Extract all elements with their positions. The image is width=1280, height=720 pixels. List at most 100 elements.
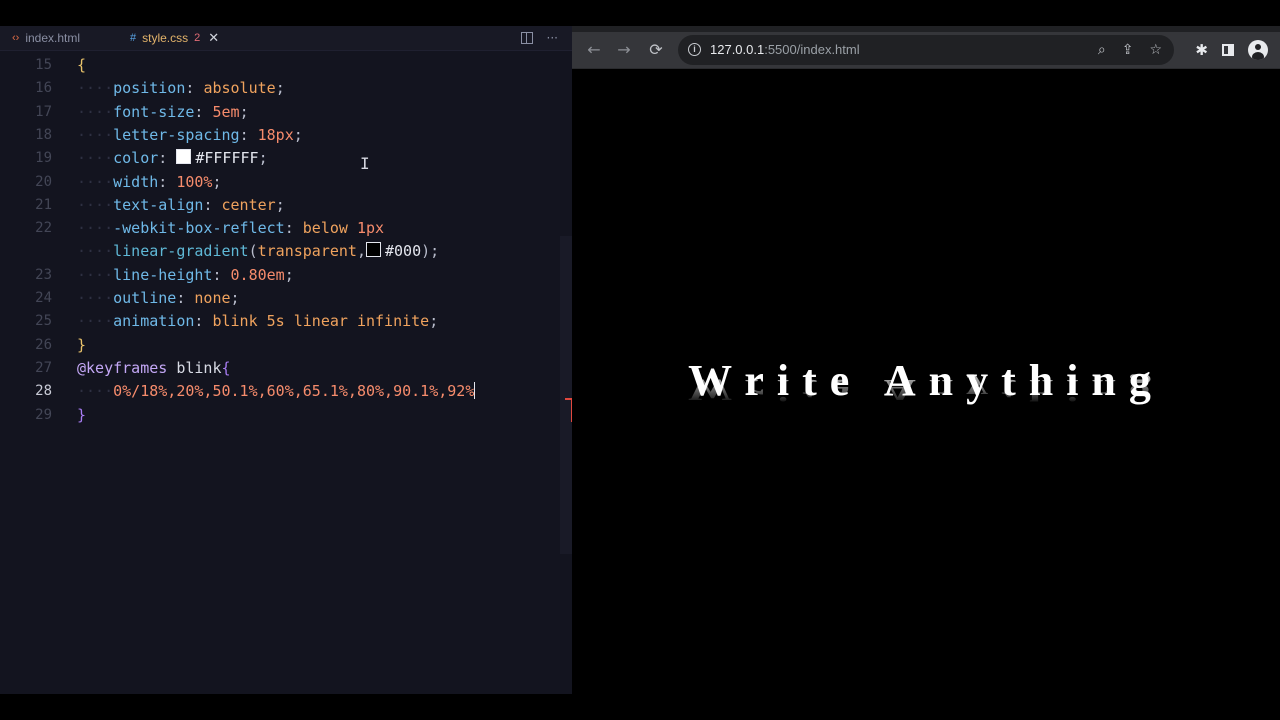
code-line[interactable]: 28 ····0%/18%,20%,50.1%,60%,65.1%,80%,90.… (0, 380, 572, 403)
code-token: 100% (176, 172, 213, 191)
code-token: ···· (77, 149, 114, 168)
line-text: } (77, 334, 86, 357)
bookmark-star-icon[interactable]: ☆ (1149, 42, 1162, 58)
code-token: below (302, 219, 357, 238)
code-token: ···· (77, 289, 114, 307)
text-caret (474, 382, 476, 400)
code-line[interactable]: 20 ····width: 100%; (0, 171, 572, 194)
line-number: 21 (35, 196, 52, 213)
code-token: ···· (77, 172, 114, 191)
code-line[interactable]: 16 ····position: absolute; (0, 77, 572, 100)
code-token: , (356, 242, 366, 261)
code-token: text-align (113, 195, 204, 214)
back-arrow-icon[interactable]: ← (584, 40, 604, 60)
headline-reflection: Write Anything (688, 372, 1164, 408)
code-token: -webkit-box-reflect (113, 219, 285, 238)
code-token: : (203, 195, 222, 214)
error-marker (565, 398, 572, 422)
code-line[interactable]: ····linear-gradient(transparent, #000); (0, 240, 572, 263)
code-line[interactable]: 19 ····color: #FFFFFF; (0, 147, 572, 170)
code-token: position (113, 79, 186, 98)
line-number: 25 (35, 313, 52, 330)
line-number: 20 (35, 173, 52, 190)
code-token: : (239, 125, 258, 144)
code-line[interactable]: 25 ····animation: blink 5s linear infinit… (0, 310, 572, 333)
tab-label: style.css (142, 31, 189, 45)
code-token: { (77, 56, 87, 74)
code-token: transparent (257, 242, 357, 261)
line-text: ····animation: blink 5s linear infinite; (77, 310, 438, 333)
editor-scrollbar[interactable] (560, 236, 572, 554)
side-panel-icon[interactable] (1222, 44, 1234, 56)
line-text: ····line-height: 0.80em; (77, 264, 294, 287)
code-token: 1px (356, 219, 385, 238)
code-token: 0.80em (230, 265, 285, 284)
forward-arrow-icon[interactable]: → (614, 40, 634, 60)
code-token: ···· (77, 242, 114, 261)
split-editor-icon[interactable] (520, 32, 533, 44)
code-token: ; (275, 195, 285, 214)
more-actions-icon[interactable]: ··· (547, 31, 558, 45)
code-line[interactable]: 26} (0, 334, 572, 357)
code-line[interactable]: 24 ····outline: none; (0, 287, 572, 310)
profile-avatar-icon[interactable] (1248, 40, 1268, 60)
close-icon[interactable]: ✕ (208, 30, 219, 46)
code-token: : (194, 312, 213, 331)
code-token: #FFFFFF (195, 149, 259, 168)
code-token: } (77, 335, 87, 354)
code-token: center (221, 195, 276, 214)
browser-toolbar: ← → ⟳ i 127.0.0.1:5500/index.html ⌕ ⇪ ☆ … (572, 32, 1280, 69)
url-text[interactable]: 127.0.0.1:5500/index.html (710, 35, 860, 65)
code-line[interactable]: 21 ····text-align: center; (0, 194, 572, 217)
site-info-icon[interactable]: i (688, 43, 701, 56)
extensions-icon[interactable]: ✱ (1195, 41, 1208, 59)
code-editor: ‹› index.html # style.css 2 ✕ ··· 15 {16 ·… (0, 26, 572, 694)
code-token: 0%/18%,20%,50.1%,60%,65.1%,80%,90.1%,92% (113, 382, 475, 401)
code-token: ; (293, 125, 303, 144)
code-token: ; (275, 79, 285, 98)
code-token: ; (429, 312, 439, 331)
code-line[interactable]: 29} (0, 404, 572, 427)
code-token: font-size (113, 102, 195, 121)
code-token: ···· (77, 219, 114, 238)
line-text: @keyframes blink{ (77, 357, 231, 380)
code-token: { (221, 358, 231, 377)
code-token: ; (230, 289, 240, 307)
code-token: line-height (113, 265, 213, 284)
code-line[interactable]: 22 ····-webkit-box-reflect: below 1px (0, 217, 572, 240)
code-token: 5em (212, 102, 240, 121)
line-text: ····letter-spacing: 18px; (77, 124, 303, 147)
code-line[interactable]: 23 ····line-height: 0.80em; (0, 264, 572, 287)
tab-style-css[interactable]: # style.css 2 ✕ (130, 26, 219, 50)
tab-index-html[interactable]: ‹› index.html (12, 26, 80, 50)
browser-menu-icons: ✱ (1195, 38, 1268, 62)
code-token: ···· (77, 79, 114, 98)
code-token: animation (113, 312, 195, 331)
code-token: linear-gradient (113, 242, 249, 261)
code-line[interactable]: 17 ····font-size: 5em; (0, 101, 572, 124)
line-number: 28 (35, 383, 52, 400)
code-token: ; (284, 265, 294, 284)
code-token: : (284, 219, 303, 238)
code-token: : (194, 102, 213, 121)
color-swatch[interactable] (366, 242, 381, 258)
line-number: 19 (35, 150, 52, 167)
code-token: ); (421, 242, 440, 261)
code-token: ···· (77, 382, 114, 401)
code-token: width (113, 172, 159, 191)
code-token: ; (258, 149, 268, 168)
code-token: ( (248, 242, 258, 261)
reload-icon[interactable]: ⟳ (646, 40, 666, 60)
code-token: : (185, 79, 204, 98)
code-token: } (77, 405, 87, 424)
code-token: ···· (77, 312, 114, 331)
address-bar[interactable]: i 127.0.0.1:5500/index.html ⌕ ⇪ ☆ (678, 35, 1174, 65)
color-swatch[interactable] (176, 149, 192, 165)
zoom-icon[interactable]: ⌕ (1098, 42, 1106, 58)
line-text: ····outline: none; (77, 287, 240, 310)
code-line[interactable]: 15 { (0, 54, 572, 77)
code-line[interactable]: 27 @keyframes blink{ (0, 357, 572, 380)
line-text: } (77, 404, 86, 427)
share-icon[interactable]: ⇪ (1122, 42, 1134, 58)
code-line[interactable]: 18 ····letter-spacing: 18px; (0, 124, 572, 147)
